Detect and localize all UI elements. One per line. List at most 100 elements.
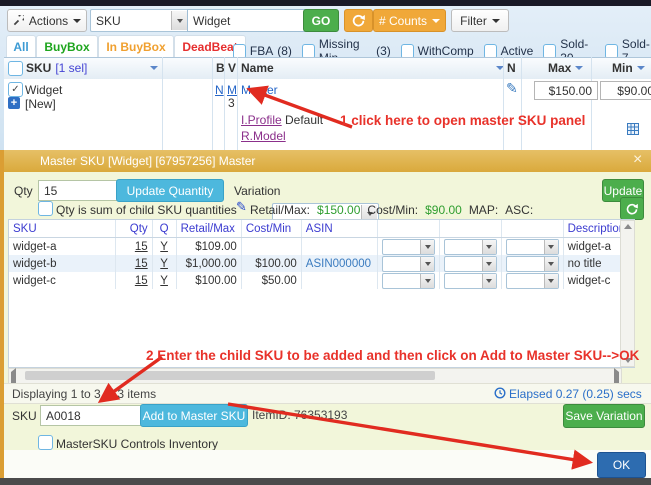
row-m-count: 3 [228, 96, 235, 110]
row-n-link[interactable]: N [215, 83, 224, 97]
cell-sku: widget-c [9, 272, 116, 289]
qty-label: Qty [14, 184, 33, 198]
row-checkbox[interactable]: ✓ [8, 82, 23, 97]
qty-sum-checkbox[interactable] [38, 201, 53, 216]
go-button[interactable]: GO [303, 9, 339, 32]
sku-header-dropdown-icon[interactable] [150, 66, 158, 70]
cell-qty-link[interactable]: 15 [135, 275, 148, 287]
col-asin: ASIN [302, 220, 378, 237]
row-variation-select[interactable] [382, 256, 436, 272]
table-horizontal-scrollbar[interactable] [8, 368, 622, 384]
ok-button[interactable]: OK [597, 452, 646, 478]
qty-input[interactable] [38, 180, 120, 201]
col-q: Q [153, 220, 177, 237]
row-variation-select[interactable] [506, 273, 559, 289]
cell-q-link[interactable]: Y [160, 275, 168, 287]
child-sku-input[interactable] [40, 405, 144, 426]
cell-qty-link[interactable]: 15 [135, 258, 148, 270]
row-max-input[interactable] [534, 81, 598, 100]
grid-header-v: V [228, 61, 236, 75]
status-displaying: Displaying 1 to 3 of 3 items [12, 387, 156, 401]
grid-header-sku[interactable]: SKU [1 sel] [26, 61, 87, 75]
tab-buybox[interactable]: BuyBox [36, 35, 98, 58]
search-input[interactable] [187, 9, 309, 32]
update-quantity-label: Update Quantity [127, 184, 214, 198]
min-header-label: Min [612, 61, 633, 75]
grid-view-icon[interactable] [627, 123, 639, 135]
child-sku-table: SKU Qty Q Retail/Max Cost/Min ASIN Descr… [8, 219, 635, 368]
column-divider [162, 57, 163, 150]
ok-label: OK [613, 458, 630, 472]
col-variation2 [440, 220, 502, 237]
update-quantity-button[interactable]: Update Quantity [116, 179, 224, 202]
row-variation-select[interactable] [506, 239, 559, 255]
counts-button[interactable]: # Counts [373, 9, 446, 32]
tab-buybox-label: BuyBox [44, 40, 89, 54]
row-min-input[interactable] [600, 81, 651, 100]
plus-icon[interactable]: + [8, 97, 20, 109]
asc-label: ASC: [505, 203, 533, 217]
tab-all-label: All [13, 40, 28, 54]
pencil-icon: ✎ [236, 199, 247, 215]
save-variation-button[interactable]: Save Variation [563, 404, 645, 428]
actions-button[interactable]: Actions [7, 9, 87, 32]
scroll-up-icon[interactable] [621, 221, 634, 229]
cell-cost [242, 238, 302, 255]
child-sku-label: SKU [12, 409, 37, 423]
cell-q-link[interactable]: Y [160, 241, 168, 253]
tab-deadbeat-label: DeadBeat [182, 40, 237, 54]
row-profile-link[interactable]: I.Profile [241, 113, 282, 127]
close-icon[interactable]: × [633, 151, 642, 169]
status-elapsed: Elapsed 0.27 (0.25) secs [509, 387, 642, 401]
refresh-icon [352, 14, 365, 27]
counts-label: # Counts [379, 14, 427, 28]
row-variation-select[interactable] [444, 256, 497, 272]
panel-header: Master SKU [Widget] [67957256] Master [4, 150, 651, 172]
refresh-button[interactable] [344, 9, 373, 32]
add-to-master-sku-button[interactable]: Add to Master SKU [140, 404, 248, 427]
filter-label: Filter [460, 14, 487, 28]
row-profile-value: Default [285, 113, 323, 127]
child-table-header: SKU Qty Q Retail/Max Cost/Min ASIN Descr… [9, 220, 634, 238]
row-variation-select[interactable] [444, 239, 497, 255]
tab-all[interactable]: All [6, 35, 36, 58]
column-divider [237, 57, 238, 150]
search-field-select[interactable]: SKU [90, 9, 189, 32]
pricing-line: Retail/Max: $150.00 Cost/Min: $90.00 MAP… [250, 203, 533, 217]
actions-label: Actions [29, 14, 68, 28]
column-divider [224, 57, 225, 150]
row-variation-select[interactable] [382, 273, 436, 289]
col-qty: Qty [116, 220, 153, 237]
cell-asin-link[interactable]: ASIN000000 [302, 255, 378, 272]
scrollbar-thumb[interactable] [25, 371, 435, 380]
chevron-down-icon [171, 11, 187, 30]
master-controls-checkbox[interactable] [38, 435, 53, 450]
filter-button[interactable]: Filter [451, 9, 509, 32]
retail-value: $150.00 [317, 203, 360, 217]
cell-retail: $100.00 [177, 272, 242, 289]
row-m-link[interactable]: M [227, 83, 237, 97]
child-row-widget-b: widget-b 15 Y $1,000.00 $100.00 ASIN0000… [9, 255, 634, 272]
grid-header-name[interactable]: Name [241, 61, 274, 75]
row-model-link[interactable]: R.Model [241, 129, 286, 143]
cell-q-link[interactable]: Y [160, 258, 168, 270]
panel-refresh-button[interactable] [620, 197, 644, 220]
panel-footer [4, 450, 651, 478]
row-master-link[interactable]: Master [241, 83, 278, 97]
table-vertical-scrollbar[interactable] [620, 220, 635, 367]
row-variation-select[interactable] [444, 273, 497, 289]
tab-inbuybox[interactable]: In BuyBox [98, 35, 174, 58]
cell-asin [302, 238, 378, 255]
panel-title: Master SKU [Widget] [67957256] Master [40, 154, 255, 168]
column-divider [212, 57, 213, 150]
grid-header-min[interactable]: Min [612, 61, 645, 75]
row-variation-select[interactable] [506, 256, 559, 272]
column-divider [591, 57, 592, 150]
grid-header-max[interactable]: Max [548, 61, 583, 75]
select-all-checkbox[interactable] [8, 61, 23, 76]
row-variation-select[interactable] [382, 239, 436, 255]
col-variation3 [502, 220, 564, 237]
col-cost: Cost/Min [242, 220, 302, 237]
cell-qty-link[interactable]: 15 [135, 241, 148, 253]
edit-note-icon[interactable]: ✎ [506, 80, 518, 97]
